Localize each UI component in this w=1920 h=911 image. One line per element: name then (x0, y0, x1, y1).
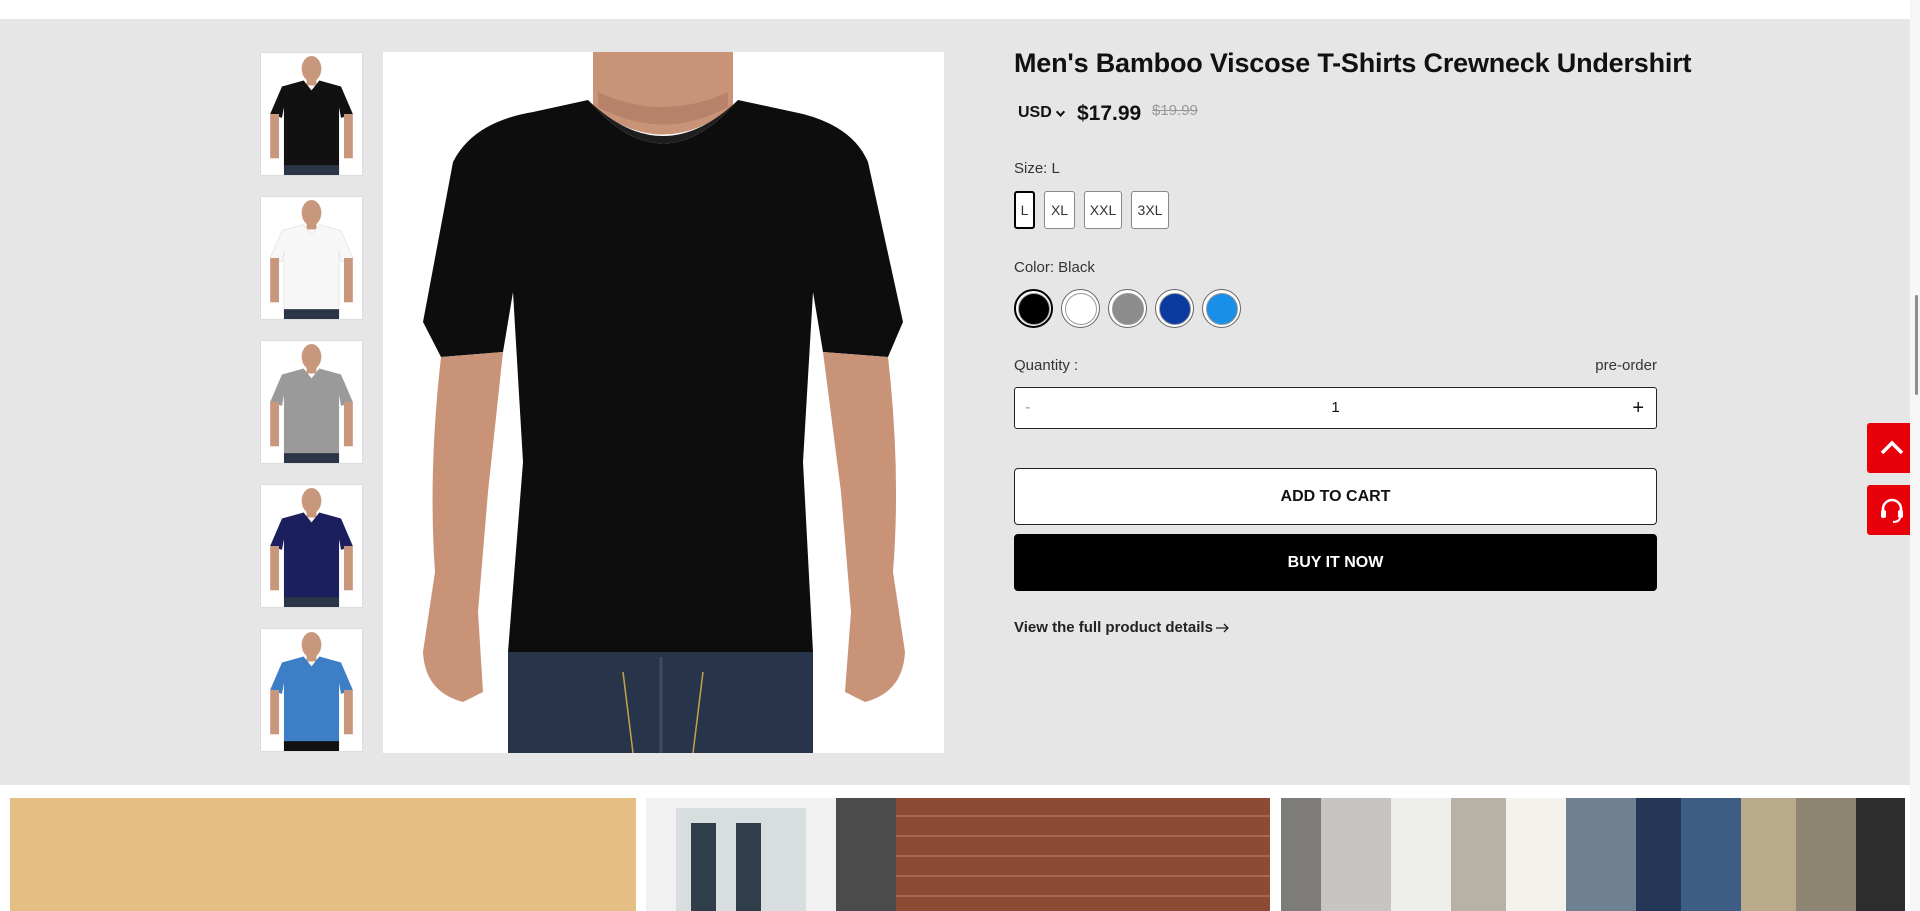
currency-code: USD (1018, 104, 1052, 121)
color-swatch-black[interactable] (1014, 289, 1053, 328)
compare-at-price: $19.99 (1152, 102, 1198, 119)
thumbnail-gray[interactable] (260, 340, 363, 464)
stock-status: pre-order (1595, 357, 1657, 374)
view-details-link[interactable]: View the full product details (1014, 619, 1230, 636)
size-option-xxl[interactable]: XXL (1084, 191, 1122, 229)
currency-selector[interactable]: USD (1018, 104, 1066, 122)
thumbnail-blue[interactable] (260, 628, 363, 752)
thumbnail-navy[interactable] (260, 484, 363, 608)
scrollbar-thumb[interactable] (1915, 295, 1918, 395)
quantity-increase-button[interactable]: + (1632, 388, 1644, 428)
arrow-right-icon (1215, 623, 1229, 632)
collection-banner-1[interactable] (10, 798, 636, 911)
collection-banner-3[interactable] (1281, 798, 1905, 911)
quantity-input[interactable]: 1 (1015, 388, 1656, 428)
chevron-down-icon (1055, 110, 1065, 117)
collection-banner-2[interactable] (646, 798, 1270, 911)
color-options (1014, 289, 1241, 328)
color-swatch-blue[interactable] (1202, 289, 1241, 328)
size-label: Size: L (1014, 160, 1060, 177)
color-swatch-gray[interactable] (1108, 289, 1147, 328)
main-product-image[interactable] (383, 52, 944, 753)
size-option-l[interactable]: L (1014, 191, 1035, 229)
header-bottom-edge (0, 0, 1910, 20)
buy-now-button[interactable]: BUY IT NOW (1014, 534, 1657, 591)
chevron-up-icon (1880, 440, 1904, 455)
size-option-xl[interactable]: XL (1044, 191, 1075, 229)
color-swatch-navy[interactable] (1155, 289, 1194, 328)
quantity-stepper: - 1 + (1014, 387, 1657, 429)
thumbnail-white[interactable] (260, 196, 363, 320)
product-title: Men's Bamboo Viscose T-Shirts Crewneck U… (1014, 48, 1692, 78)
page-scrollbar[interactable] (1910, 0, 1920, 911)
color-swatch-white[interactable] (1061, 289, 1100, 328)
product-price: $17.99 (1077, 102, 1142, 125)
add-to-cart-button[interactable]: ADD TO CART (1014, 468, 1657, 525)
quantity-label: Quantity : (1014, 357, 1079, 374)
headset-icon (1881, 498, 1903, 523)
size-options: L XL XXL 3XL (1014, 191, 1169, 229)
color-label: Color: Black (1014, 259, 1095, 276)
thumbnail-black[interactable] (260, 52, 363, 176)
view-details-label: View the full product details (1014, 619, 1213, 636)
size-option-3xl[interactable]: 3XL (1131, 191, 1169, 229)
